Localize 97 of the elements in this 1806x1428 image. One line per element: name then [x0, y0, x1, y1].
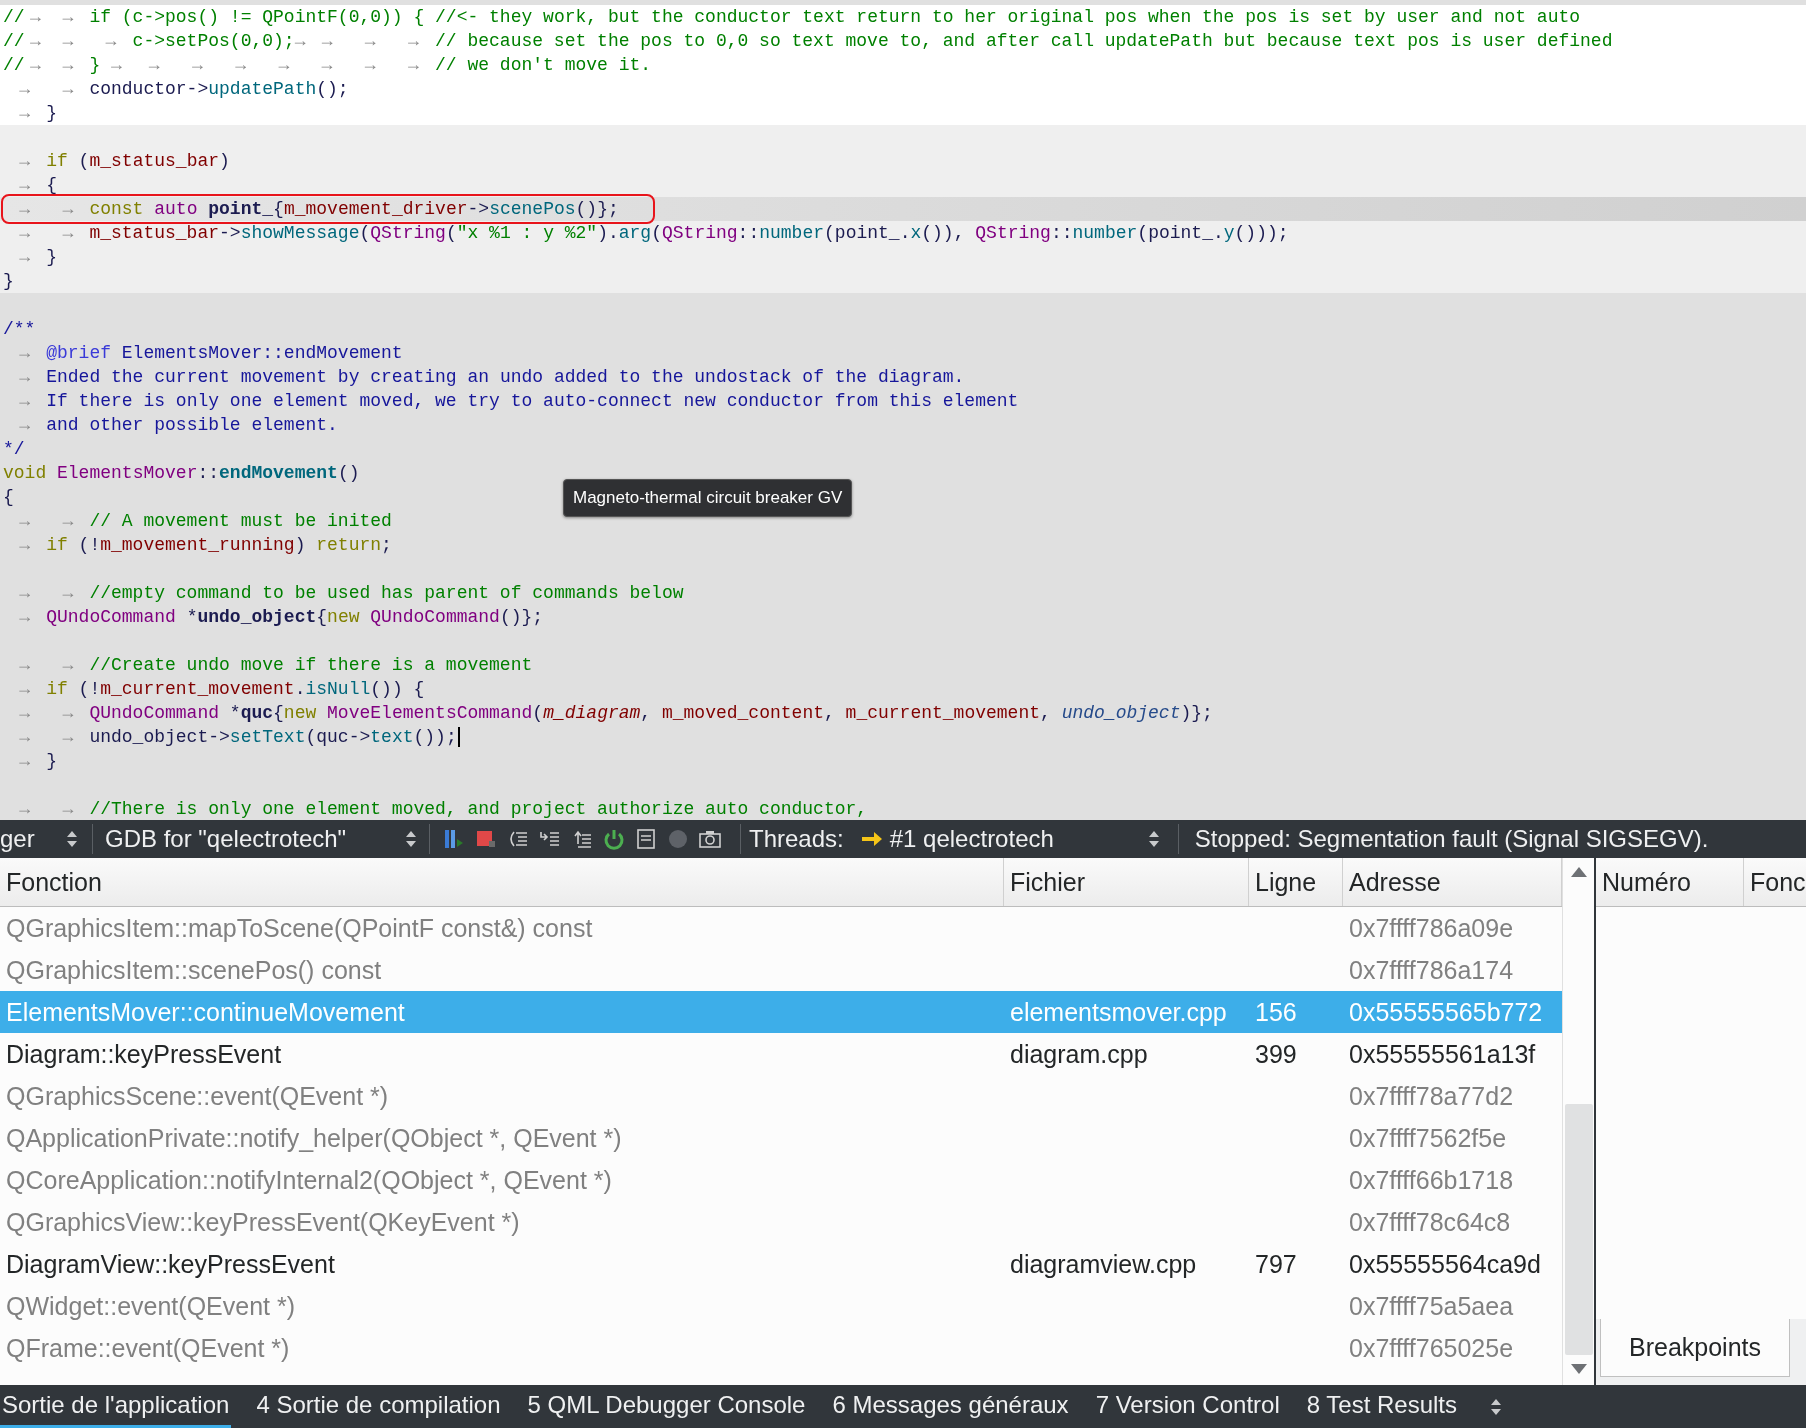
arrow-icon	[859, 830, 884, 848]
code-line: → → undo_object->setText(quc->text());	[18, 727, 457, 747]
code-line: → @brief ElementsMover::endMovement	[18, 343, 403, 363]
stack-frame-row[interactable]: QGraphicsItem::scenePos() const 0x7ffff786a174	[0, 949, 1562, 991]
code-line: → }	[18, 247, 57, 267]
table-cell: QCoreApplication::notifyInternal2(QObject *, QEvent *)	[6, 1165, 612, 1195]
code-line: → if (!m_movement_running) return;	[18, 535, 392, 555]
code-line: → and other possible element.	[18, 415, 338, 435]
table-cell: 0x7ffff78a77d2	[1349, 1081, 1514, 1111]
tooltip: Magneto-thermal circuit breaker GV	[563, 479, 853, 517]
code-line: → If there is only one element moved, we try to auto-connect new conductor from this element	[18, 391, 1019, 411]
table-cell: ElementsMover::continueMovement	[6, 997, 405, 1027]
table-cell: 0x55555561a13f	[1349, 1039, 1536, 1069]
stack-frame-row[interactable]: QGraphicsScene::event(QEvent *) 0x7ffff78a77d2	[0, 1075, 1562, 1117]
code-line: → Ended the current movement by creating an undo added to the undostack of the diagram.	[18, 367, 965, 387]
restart-icon[interactable]	[602, 827, 626, 851]
code-line: // → → } → → → → → → → → // we don't move it.	[3, 55, 652, 75]
table-cell: diagramview.cpp	[1010, 1249, 1197, 1279]
table-cell: 0x7ffff786a09e	[1349, 913, 1514, 943]
updown-arrows-icon	[1147, 830, 1160, 848]
table-cell: 0x7ffff7562f5e	[1349, 1123, 1507, 1153]
output-tab[interactable]: 6 Messages généraux	[830, 1385, 1071, 1428]
stack-frame-row[interactable]: QApplicationPrivate::notify_helper(QObject *, QEvent *) 0x7ffff7562f5e	[0, 1117, 1562, 1159]
table-cell: 0x7ffff765025e	[1349, 1333, 1514, 1363]
updown-arrows-icon	[405, 830, 417, 848]
table-cell: QGraphicsItem::mapToScene(QPointF const&) const	[6, 913, 593, 943]
table-cell: Diagram::keyPressEvent	[6, 1039, 282, 1069]
table-cell: diagram.cpp	[1010, 1039, 1148, 1069]
code-line: → → QUndoCommand *quc{new MoveElementsCommand(m_diagram, m_moved_content, m_current_movement, undo_object)};	[18, 703, 1213, 723]
code-line: → → // A movement must be inited	[18, 511, 392, 531]
column-header[interactable]: Ligne	[1249, 858, 1343, 906]
output-tab[interactable]: 7 Version Control	[1093, 1385, 1282, 1428]
code-line: → {	[18, 175, 57, 195]
code-line: // → → → c->setPos(0,0);→ → → → // because set the pos to 0,0 so text move to, and after call updatePath but because text pos is user defined	[3, 31, 1613, 51]
table-cell: 797	[1255, 1249, 1297, 1279]
column-header[interactable]: Numéro	[1596, 858, 1744, 906]
table-cell: 0x55555564ca9d	[1349, 1249, 1541, 1279]
table-cell: 0x7ffff78c64c8	[1349, 1207, 1511, 1237]
table-cell: 0x55555565b772	[1349, 997, 1543, 1027]
stack-frame-row[interactable]: QCoreApplication::notifyInternal2(QObject *, QEvent *) 0x7ffff66b1718	[0, 1159, 1562, 1201]
stack-frame-row[interactable]: QWidget::event(QEvent *) 0x7ffff75a5aea	[0, 1285, 1562, 1327]
table-cell: QGraphicsItem::scenePos() const	[6, 955, 382, 985]
scrollbar-thumb[interactable]	[1564, 1104, 1593, 1355]
status-text: Stopped: Segmentation fault (Signal SIGSEGV).	[1194, 825, 1709, 853]
breakpoints-tab[interactable]: Breakpoints	[1600, 1319, 1790, 1377]
scroll-up-icon[interactable]	[1569, 866, 1588, 878]
code-line: // → → if (c->pos() != QPointF(0,0)) { //<- they work, but the conductor text return to her original pos when the pos is set by user and not auto	[3, 7, 1581, 27]
table-cell: QGraphicsScene::event(QEvent *)	[6, 1081, 389, 1111]
stack-frame-row[interactable]: QGraphicsView::keyPressEvent(QKeyEvent *) 0x7ffff78c64c8	[0, 1201, 1562, 1243]
code-line: → → conductor->updatePath();	[18, 79, 349, 99]
code-line: → QUndoCommand *undo_object{new QUndoCommand()};	[18, 607, 544, 627]
table-cell: 0x7ffff66b1718	[1349, 1165, 1514, 1195]
code-line: → if (!m_current_movement.isNull()) {	[18, 679, 425, 699]
table-cell: elementsmover.cpp	[1010, 997, 1227, 1027]
code-line: → → //Create undo move if there is a movement	[18, 655, 533, 675]
column-header[interactable]: Fichier	[1004, 858, 1249, 906]
table-cell: 0x7ffff75a5aea	[1349, 1291, 1514, 1321]
stack-frame-row[interactable]: Diagram::keyPressEvent diagram.cpp 399 0x55555561a13f	[0, 1033, 1562, 1075]
table-cell: QGraphicsView::keyPressEvent(QKeyEvent *)	[6, 1207, 520, 1237]
table-cell: 156	[1255, 997, 1297, 1027]
code-line: → }	[18, 103, 57, 123]
output-tab[interactable]: 8 Test Results	[1304, 1385, 1460, 1428]
column-header[interactable]: Fonc	[1744, 858, 1806, 906]
code-line: → }	[18, 751, 57, 771]
code-line: {	[3, 487, 14, 507]
table-cell: QWidget::event(QEvent *)	[6, 1291, 295, 1321]
output-tab[interactable]: Sortie de l'application	[0, 1385, 232, 1428]
engine-combobox[interactable]: GDB for "qelectrotech"	[99, 820, 427, 858]
stack-frame-row[interactable]: QGraphicsItem::mapToScene(QPointF const&) const 0x7ffff786a09e	[0, 907, 1562, 949]
code-line: → if (m_status_bar)	[18, 151, 230, 171]
code-line: /**	[3, 319, 36, 339]
table-cell: QApplicationPrivate::notify_helper(QObject *, QEvent *)	[6, 1123, 622, 1153]
document-icon[interactable]	[634, 827, 658, 851]
code-line: → → const auto point_{m_movement_driver->scenePos()};	[18, 199, 619, 219]
table-cell: DiagramView::keyPressEvent	[6, 1249, 335, 1279]
scrollbar[interactable]	[1562, 858, 1594, 1385]
code-line: → → //There is only one element moved, and project authorize auto conductor,	[18, 799, 868, 819]
output-tab[interactable]: 4 Sortie de compilation	[254, 1385, 503, 1428]
table-cell: QFrame::event(QEvent *)	[6, 1333, 290, 1363]
code-line: */	[3, 439, 25, 459]
column-header[interactable]: Fonction	[0, 858, 1004, 906]
stack-frame-row[interactable]: QFrame::event(QEvent *) 0x7ffff765025e	[0, 1327, 1562, 1369]
scroll-down-icon[interactable]	[1569, 1363, 1588, 1375]
code-line: → → //empty command to be used has parent of commands below	[18, 583, 684, 603]
code-line: void ElementsMover::endMovement()	[3, 463, 360, 483]
code-line: }	[3, 271, 14, 291]
code-line: → → m_status_bar->showMessage(QString("x %1 : y %2").arg(QString::number(point_.x()), QString::number(point_.y()));	[18, 223, 1289, 243]
threads-label: Threads:	[749, 825, 844, 853]
table-cell: 399	[1255, 1039, 1297, 1069]
table-cell: 0x7ffff786a174	[1349, 955, 1514, 985]
perspective-combobox[interactable]: ger	[0, 820, 86, 858]
output-tab[interactable]: 5 QML Debugger Console	[525, 1385, 808, 1428]
updown-arrows-icon	[66, 830, 78, 848]
stack-frame-row[interactable]: DiagramView::keyPressEvent diagramview.cpp 797 0x55555564ca9d	[0, 1243, 1562, 1285]
updown-arrows-icon[interactable]	[1490, 1397, 1503, 1416]
thread-combobox[interactable]: #1 qelectrotech	[843, 820, 1174, 858]
code-editor[interactable]	[0, 0, 1806, 820]
